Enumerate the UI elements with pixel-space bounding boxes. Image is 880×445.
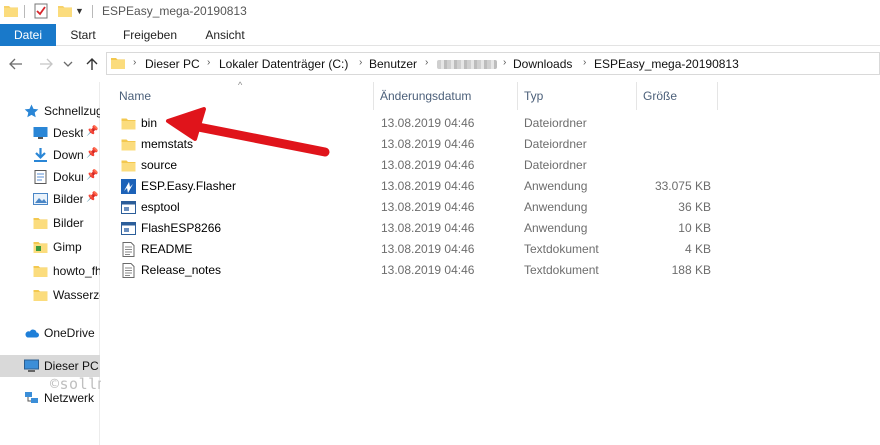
column-header-name[interactable]: Name xyxy=(101,82,371,110)
chevron-right-icon[interactable]: › xyxy=(207,57,210,68)
sidebar-item-dokumente[interactable]: Dokumente 📌 xyxy=(0,166,100,188)
folder-icon xyxy=(33,266,48,277)
customize-toolbar-icon[interactable]: ▼ xyxy=(75,6,84,16)
desktop-icon xyxy=(33,127,48,139)
tab-freigeben[interactable]: Freigeben xyxy=(114,24,186,46)
sidebar-item-schnellzugriff[interactable]: Schnellzugriff xyxy=(0,100,100,122)
properties-icon[interactable] xyxy=(34,3,48,19)
tab-datei[interactable]: Datei xyxy=(0,24,56,46)
file-row-release-notes[interactable]: Release_notes 13.08.2019 04:46 Textdokum… xyxy=(115,260,715,281)
chevron-right-icon[interactable]: › xyxy=(425,57,428,68)
sidebar-item-desktop[interactable]: Desktop 📌 xyxy=(0,122,100,144)
computer-icon xyxy=(24,359,39,372)
folder-icon xyxy=(33,242,48,253)
star-icon xyxy=(24,104,39,118)
chevron-right-icon[interactable]: › xyxy=(503,57,506,68)
back-arrow-icon[interactable] xyxy=(8,56,24,72)
title-bar: ▼ ESPEasy_mega-20190813 xyxy=(0,0,880,24)
pin-icon: 📌 xyxy=(86,126,99,137)
ribbon-tabs: Datei Start Freigeben Ansicht xyxy=(0,24,880,46)
folder-icon xyxy=(121,139,136,151)
document-icon xyxy=(34,170,47,184)
sidebar-item-gimp[interactable]: Gimp xyxy=(0,236,100,258)
forward-arrow-icon[interactable] xyxy=(38,56,54,72)
download-icon xyxy=(34,148,47,162)
cloud-icon xyxy=(25,329,39,338)
window-title: ESPEasy_mega-20190813 xyxy=(102,4,247,18)
recent-locations-icon[interactable] xyxy=(60,56,76,72)
breadcrumb-drive[interactable]: Lokaler Datenträger (C:) xyxy=(219,57,348,71)
column-header-size[interactable]: Größe xyxy=(637,82,717,110)
pin-icon: 📌 xyxy=(86,192,99,203)
file-row-source[interactable]: source 13.08.2019 04:46 Dateiordner xyxy=(115,155,715,176)
folder-icon xyxy=(111,58,125,69)
text-file-icon xyxy=(122,263,135,278)
pin-icon: 📌 xyxy=(86,148,99,159)
navigation-bar: › Dieser PC › Lokaler Datenträger (C:) ›… xyxy=(0,47,880,81)
application-icon xyxy=(121,222,136,235)
file-list: ^ Name Änderungsdatum Typ Größe bin 13.0… xyxy=(101,80,880,445)
sidebar-item-bilder-pinned[interactable]: Bilder 📌 xyxy=(0,188,100,210)
pictures-icon xyxy=(33,193,48,205)
file-row-flashesp8266[interactable]: FlashESP8266 13.08.2019 04:46 Anwendung … xyxy=(115,218,715,239)
chevron-right-icon[interactable]: › xyxy=(133,57,136,68)
breadcrumb-downloads[interactable]: Downloads xyxy=(513,57,572,71)
folder-icon xyxy=(33,218,48,229)
column-divider[interactable] xyxy=(717,82,718,110)
breadcrumb-benutzer[interactable]: Benutzer xyxy=(369,57,417,71)
chevron-right-icon[interactable]: › xyxy=(583,57,586,68)
tab-start[interactable]: Start xyxy=(60,24,106,46)
divider xyxy=(24,5,25,18)
divider xyxy=(92,5,93,18)
sidebar-item-howto-fhem[interactable]: howto_fhem xyxy=(0,260,100,282)
file-row-memstats[interactable]: memstats 13.08.2019 04:46 Dateiordner xyxy=(115,134,715,155)
column-header-type[interactable]: Typ xyxy=(518,82,636,110)
breadcrumb-dieser-pc[interactable]: Dieser PC xyxy=(145,57,200,71)
application-icon xyxy=(121,201,136,214)
sidebar-item-bilder[interactable]: Bilder xyxy=(0,212,100,234)
up-arrow-icon[interactable] xyxy=(84,56,100,72)
address-bar[interactable]: › Dieser PC › Lokaler Datenträger (C:) ›… xyxy=(106,52,880,75)
file-row-esp-easy-flasher[interactable]: ESP.Easy.Flasher 13.08.2019 04:46 Anwend… xyxy=(115,176,715,197)
file-row-bin[interactable]: bin 13.08.2019 04:46 Dateiordner xyxy=(115,113,715,134)
text-file-icon xyxy=(122,242,135,257)
sidebar-item-dieser-pc[interactable]: Dieser PC xyxy=(0,355,100,377)
sidebar-item-wasserzeichen[interactable]: Wasserzeichen xyxy=(0,284,100,306)
pin-icon: 📌 xyxy=(86,170,99,181)
folder-icon[interactable] xyxy=(4,5,18,17)
breadcrumb-current-folder[interactable]: ESPEasy_mega-20190813 xyxy=(594,57,739,71)
column-header-date[interactable]: Änderungsdatum xyxy=(374,82,516,110)
blurred-username xyxy=(437,60,497,69)
folder-icon xyxy=(121,160,136,172)
file-row-readme[interactable]: README 13.08.2019 04:46 Textdokument 4 K… xyxy=(115,239,715,260)
chevron-right-icon[interactable]: › xyxy=(359,57,362,68)
sidebar-item-downloads[interactable]: Downloads 📌 xyxy=(0,144,100,166)
folder-icon xyxy=(121,118,136,130)
flasher-app-icon xyxy=(121,179,136,194)
new-folder-icon[interactable] xyxy=(58,5,72,17)
tab-ansicht[interactable]: Ansicht xyxy=(196,24,254,46)
file-row-esptool[interactable]: esptool 13.08.2019 04:46 Anwendung 36 KB xyxy=(115,197,715,218)
folder-icon xyxy=(33,290,48,301)
network-icon xyxy=(25,392,38,403)
sidebar-item-onedrive[interactable]: OneDrive xyxy=(0,322,100,344)
